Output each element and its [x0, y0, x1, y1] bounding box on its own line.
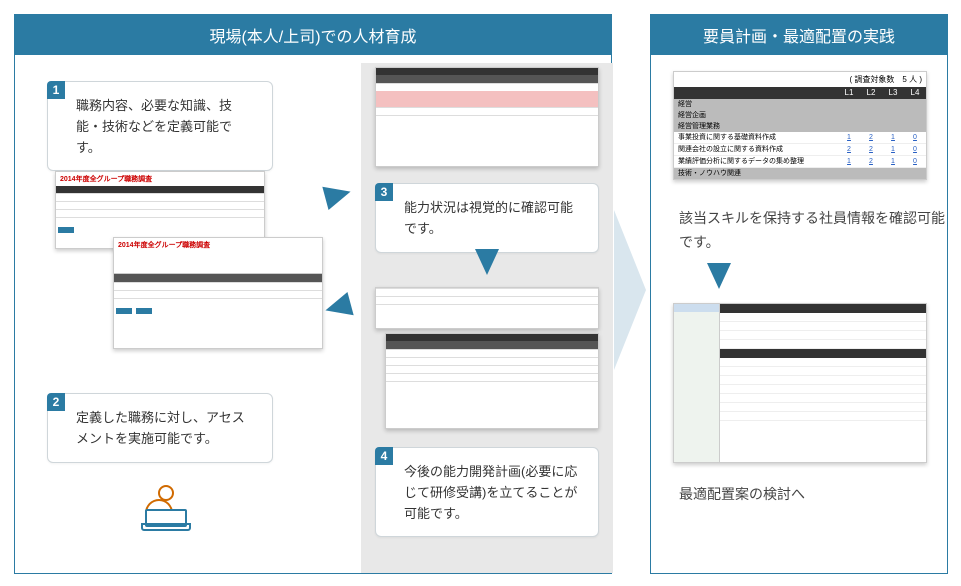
thumb-plan-b: [385, 333, 599, 429]
bubble-1-number: 1: [47, 81, 65, 99]
left-panel: 現場(本人/上司)での人材育成 1 職務内容、必要な知識、技能・技術などを定義可…: [14, 14, 612, 574]
person-laptop-icon: [145, 485, 187, 527]
right-panel: 要員計画・最適配置の実践 ( 調査対象数 5 人 ) L1 L2 L3 L4 経…: [650, 14, 948, 574]
col-L2: L2: [860, 87, 882, 99]
thumb-definition-2: 2014年度全グループ職務調査: [113, 237, 323, 349]
bubble-2-text: 定義した職務に対し、アセスメントを実施可能です。: [76, 410, 245, 446]
row-val[interactable]: 0: [904, 156, 926, 167]
bubble-1: 1 職務内容、必要な知識、技能・技術などを定義可能です。: [47, 81, 273, 171]
row-label: 事業投資に関する基礎資料作成: [674, 132, 838, 143]
bubble-4-text: 今後の能力開発計画(必要に応じて研修受講)を立てることが可能です。: [404, 464, 577, 521]
row-val[interactable]: 2: [860, 156, 882, 167]
sub-row-2: 経営管理業務: [674, 121, 926, 132]
bubble-3: 3 能力状況は視覚的に確認可能です。: [375, 183, 599, 253]
bubble-4-number: 4: [375, 447, 393, 465]
skill-table-note: ( 調査対象数 5 人 ): [674, 72, 926, 87]
thumb-plan-a: [375, 287, 599, 329]
row-val[interactable]: 1: [838, 156, 860, 167]
arrow-down-1: [475, 249, 499, 275]
row-val[interactable]: 0: [904, 144, 926, 155]
right-text-1: 該当スキルを保持する社員情報を確認可能です。: [679, 207, 947, 255]
right-panel-header: 要員計画・最適配置の実践: [651, 15, 947, 55]
sub-row-1: 経営企画: [674, 110, 926, 121]
row-val[interactable]: 1: [882, 156, 904, 167]
bubble-3-text: 能力状況は視覚的に確認可能です。: [404, 200, 573, 236]
table-row: 関連会社の設立に関する資料作成 2 2 1 0: [674, 144, 926, 156]
arrow-left-1: [322, 292, 353, 322]
table-row: 事業投資に関する基礎資料作成 1 2 1 0: [674, 132, 926, 144]
arrow-down-2: [707, 263, 731, 289]
thumb-employee-list: [673, 303, 927, 463]
thumb-skill-table: ( 調査対象数 5 人 ) L1 L2 L3 L4 経営 経営企画 経営管理業務…: [673, 71, 927, 180]
row-val[interactable]: 2: [838, 144, 860, 155]
thumb-status: [375, 67, 599, 167]
sub-row-3: 技術・ノウハウ関連: [674, 168, 926, 179]
left-panel-header: 現場(本人/上司)での人材育成: [15, 15, 611, 55]
col-L1: L1: [838, 87, 860, 99]
row-val[interactable]: 2: [860, 132, 882, 143]
bubble-3-number: 3: [375, 183, 393, 201]
row-val[interactable]: 1: [838, 132, 860, 143]
cat-row-1: 経営: [674, 99, 926, 110]
row-val[interactable]: 2: [860, 144, 882, 155]
big-arrow-right: [614, 210, 646, 370]
row-val[interactable]: 1: [882, 144, 904, 155]
thumb-title-2: 2014年度全グループ職務調査: [114, 238, 322, 252]
row-label: 業績評価分析に関するデータの集め整理: [674, 156, 838, 167]
col-L3: L3: [882, 87, 904, 99]
bubble-1-text: 職務内容、必要な知識、技能・技術などを定義可能です。: [76, 98, 232, 155]
col-L4: L4: [904, 87, 926, 99]
bubble-4: 4 今後の能力開発計画(必要に応じて研修受講)を立てることが可能です。: [375, 447, 599, 537]
right-text-2: 最適配置案の検討へ: [679, 483, 805, 507]
bubble-2-number: 2: [47, 393, 65, 411]
thumb-title-1: 2014年度全グループ職務調査: [56, 172, 264, 186]
arrow-right-1: [322, 180, 353, 210]
row-label: 関連会社の設立に関する資料作成: [674, 144, 838, 155]
table-row: 業績評価分析に関するデータの集め整理 1 2 1 0: [674, 156, 926, 168]
row-val[interactable]: 0: [904, 132, 926, 143]
row-val[interactable]: 1: [882, 132, 904, 143]
bubble-2: 2 定義した職務に対し、アセスメントを実施可能です。: [47, 393, 273, 463]
